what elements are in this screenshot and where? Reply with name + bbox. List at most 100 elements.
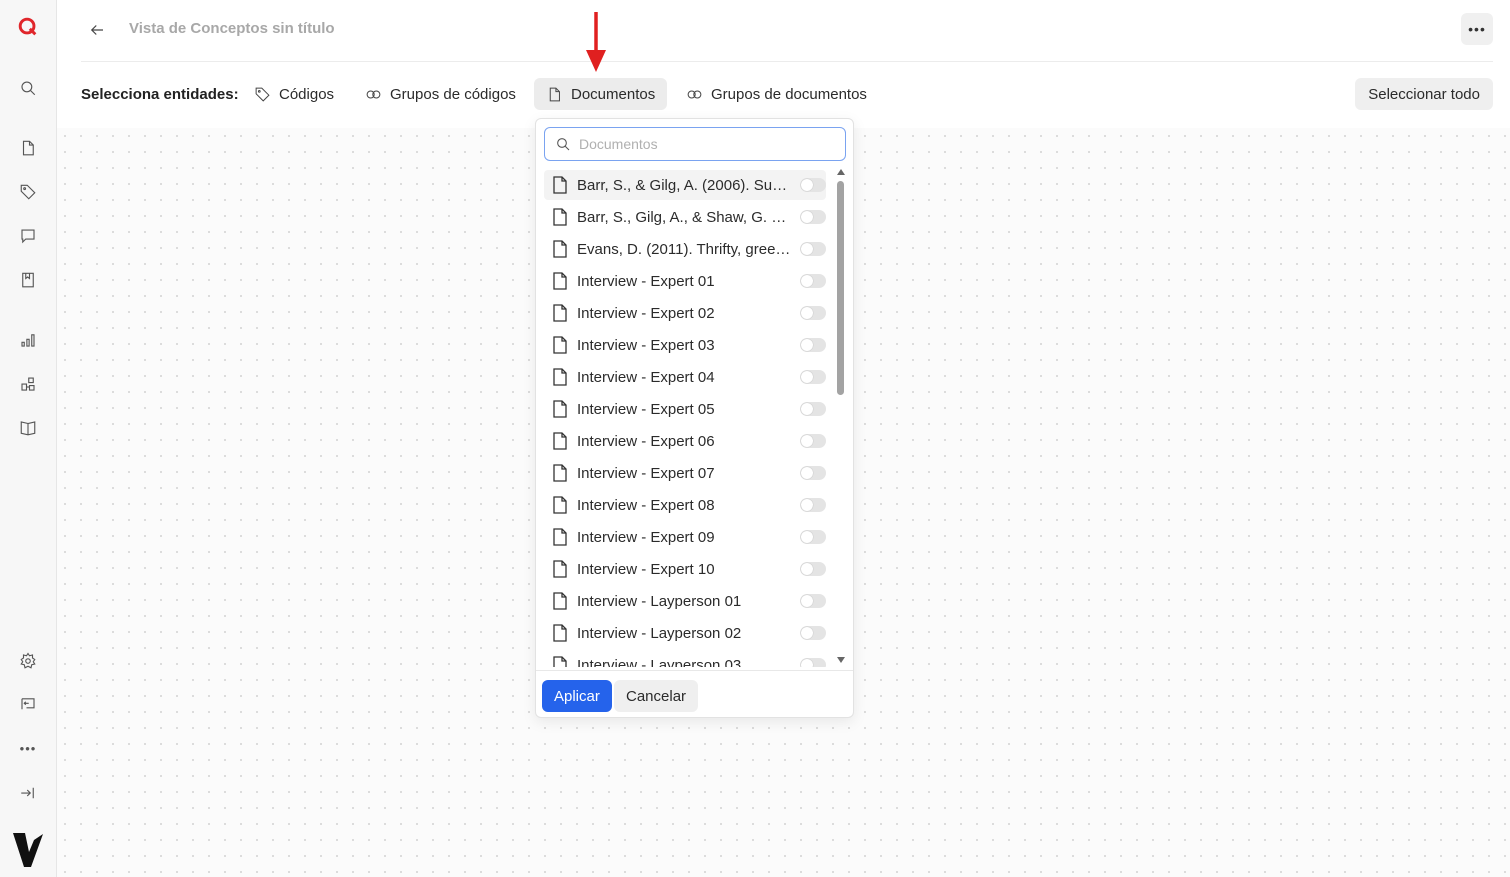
documents-search-box[interactable] [544, 127, 846, 161]
document-icon[interactable] [17, 137, 39, 159]
chip-label: Grupos de documentos [711, 85, 867, 103]
tag-icon [255, 87, 270, 102]
more-icon[interactable]: ••• [17, 737, 39, 759]
document-icon [552, 368, 568, 386]
document-list-item[interactable]: Evans, D. (2011). Thrifty, green or frug… [544, 234, 826, 264]
document-toggle[interactable] [800, 626, 826, 640]
arrow-left-icon [90, 25, 103, 35]
left-sidebar: ••• [0, 0, 57, 877]
entities-label: Selecciona entidades: [81, 86, 239, 103]
document-icon [552, 496, 568, 514]
more-options-button[interactable]: ••• [1461, 13, 1493, 45]
page-title[interactable]: Vista de Conceptos sin título [129, 20, 335, 37]
document-icon [552, 624, 568, 642]
document-toggle[interactable] [800, 306, 826, 320]
document-list-item[interactable]: Interview - Expert 07 [544, 458, 826, 488]
document-list-item[interactable]: Interview - Expert 05 [544, 394, 826, 424]
chip-label: Grupos de códigos [390, 85, 516, 103]
document-icon [552, 240, 568, 258]
document-list-item[interactable]: Barr, S., & Gilg, A. (2006). Sustainable… [544, 170, 826, 200]
document-list-item[interactable]: Interview - Expert 01 [544, 266, 826, 296]
document-icon [552, 304, 568, 322]
scroll-down-icon[interactable] [837, 657, 845, 663]
document-toggle[interactable] [800, 402, 826, 416]
document-toggle[interactable] [800, 242, 826, 256]
chip-label: Códigos [279, 85, 335, 103]
chip-codigos[interactable]: Códigos [242, 78, 346, 110]
document-list-item[interactable]: Interview - Layperson 01 [544, 586, 826, 616]
document-icon [552, 208, 568, 226]
document-label: Interview - Expert 09 [577, 528, 715, 546]
chip-grupos-de-codigos[interactable]: Grupos de códigos [353, 78, 528, 110]
group-icon [366, 89, 381, 99]
documents-list[interactable]: Barr, S., & Gilg, A. (2006). Sustainable… [536, 169, 853, 667]
document-icon [552, 176, 568, 194]
document-label: Barr, S., Gilg, A., & Shaw, G. (2011) [577, 208, 791, 226]
document-list-item[interactable]: Interview - Expert 02 [544, 298, 826, 328]
cancel-button[interactable]: Cancelar [614, 680, 699, 712]
document-toggle[interactable] [800, 562, 826, 576]
document-icon [552, 400, 568, 418]
memo-icon[interactable] [17, 269, 39, 291]
document-toggle[interactable] [800, 210, 826, 224]
chip-documentos[interactable]: Documentos [534, 78, 668, 110]
document-label: Interview - Expert 10 [577, 560, 715, 578]
brand-logo-icon [12, 830, 44, 870]
chip-grupos-de-documentos[interactable]: Grupos de documentos [674, 78, 879, 110]
document-label: Evans, D. (2011). Thrifty, green or frug… [577, 240, 791, 258]
gear-icon[interactable] [17, 650, 39, 672]
app-logo-icon[interactable] [17, 16, 39, 38]
document-toggle[interactable] [800, 466, 826, 480]
chip-label: Documentos [571, 85, 656, 103]
document-label: Interview - Layperson 01 [577, 592, 742, 610]
scrollbar-thumb[interactable] [837, 181, 844, 395]
document-toggle[interactable] [800, 594, 826, 608]
document-label: Interview - Expert 08 [577, 496, 715, 514]
document-list-item[interactable]: Interview - Layperson 02 [544, 618, 826, 648]
network-icon[interactable] [17, 373, 39, 395]
search-icon[interactable] [17, 77, 39, 99]
document-icon [552, 272, 568, 290]
document-icon [552, 336, 568, 354]
document-toggle[interactable] [800, 530, 826, 544]
document-label: Interview - Expert 03 [577, 336, 715, 354]
document-label: Interview - Layperson 02 [577, 624, 742, 642]
document-list-item[interactable]: Interview - Layperson 03 [544, 650, 826, 667]
comment-icon[interactable] [17, 225, 39, 247]
select-all-button[interactable]: Seleccionar todo [1355, 78, 1493, 110]
document-list-item[interactable]: Interview - Expert 08 [544, 490, 826, 520]
document-toggle[interactable] [800, 338, 826, 352]
scroll-up-icon[interactable] [837, 169, 845, 175]
export-icon[interactable] [17, 693, 39, 715]
apply-button[interactable]: Aplicar [542, 680, 612, 712]
list-scrollbar[interactable] [835, 169, 847, 663]
document-icon [552, 528, 568, 546]
document-label: Interview - Expert 05 [577, 400, 715, 418]
document-toggle[interactable] [800, 434, 826, 448]
document-list-item[interactable]: Interview - Expert 10 [544, 554, 826, 584]
document-list-item[interactable]: Interview - Expert 06 [544, 426, 826, 456]
document-list-item[interactable]: Interview - Expert 04 [544, 362, 826, 392]
document-label: Interview - Expert 02 [577, 304, 715, 322]
document-toggle[interactable] [800, 178, 826, 192]
document-list-item[interactable]: Interview - Expert 09 [544, 522, 826, 552]
search-icon [557, 138, 570, 151]
document-icon [549, 87, 560, 101]
document-toggle[interactable] [800, 658, 826, 667]
bar-chart-icon[interactable] [17, 329, 39, 351]
divider [81, 61, 1493, 62]
document-label: Interview - Expert 06 [577, 432, 715, 450]
documents-search-input[interactable] [579, 136, 819, 152]
document-list-item[interactable]: Interview - Expert 03 [544, 330, 826, 360]
document-label: Barr, S., & Gilg, A. (2006). Sustainable… [577, 176, 791, 194]
expand-sidebar-icon[interactable] [17, 782, 39, 804]
document-icon [552, 560, 568, 578]
document-toggle[interactable] [800, 274, 826, 288]
book-icon[interactable] [17, 417, 39, 439]
back-button[interactable] [85, 18, 109, 42]
document-list-item[interactable]: Barr, S., Gilg, A., & Shaw, G. (2011) [544, 202, 826, 232]
document-toggle[interactable] [800, 498, 826, 512]
document-label: Interview - Expert 07 [577, 464, 715, 482]
document-toggle[interactable] [800, 370, 826, 384]
tag-icon[interactable] [17, 181, 39, 203]
